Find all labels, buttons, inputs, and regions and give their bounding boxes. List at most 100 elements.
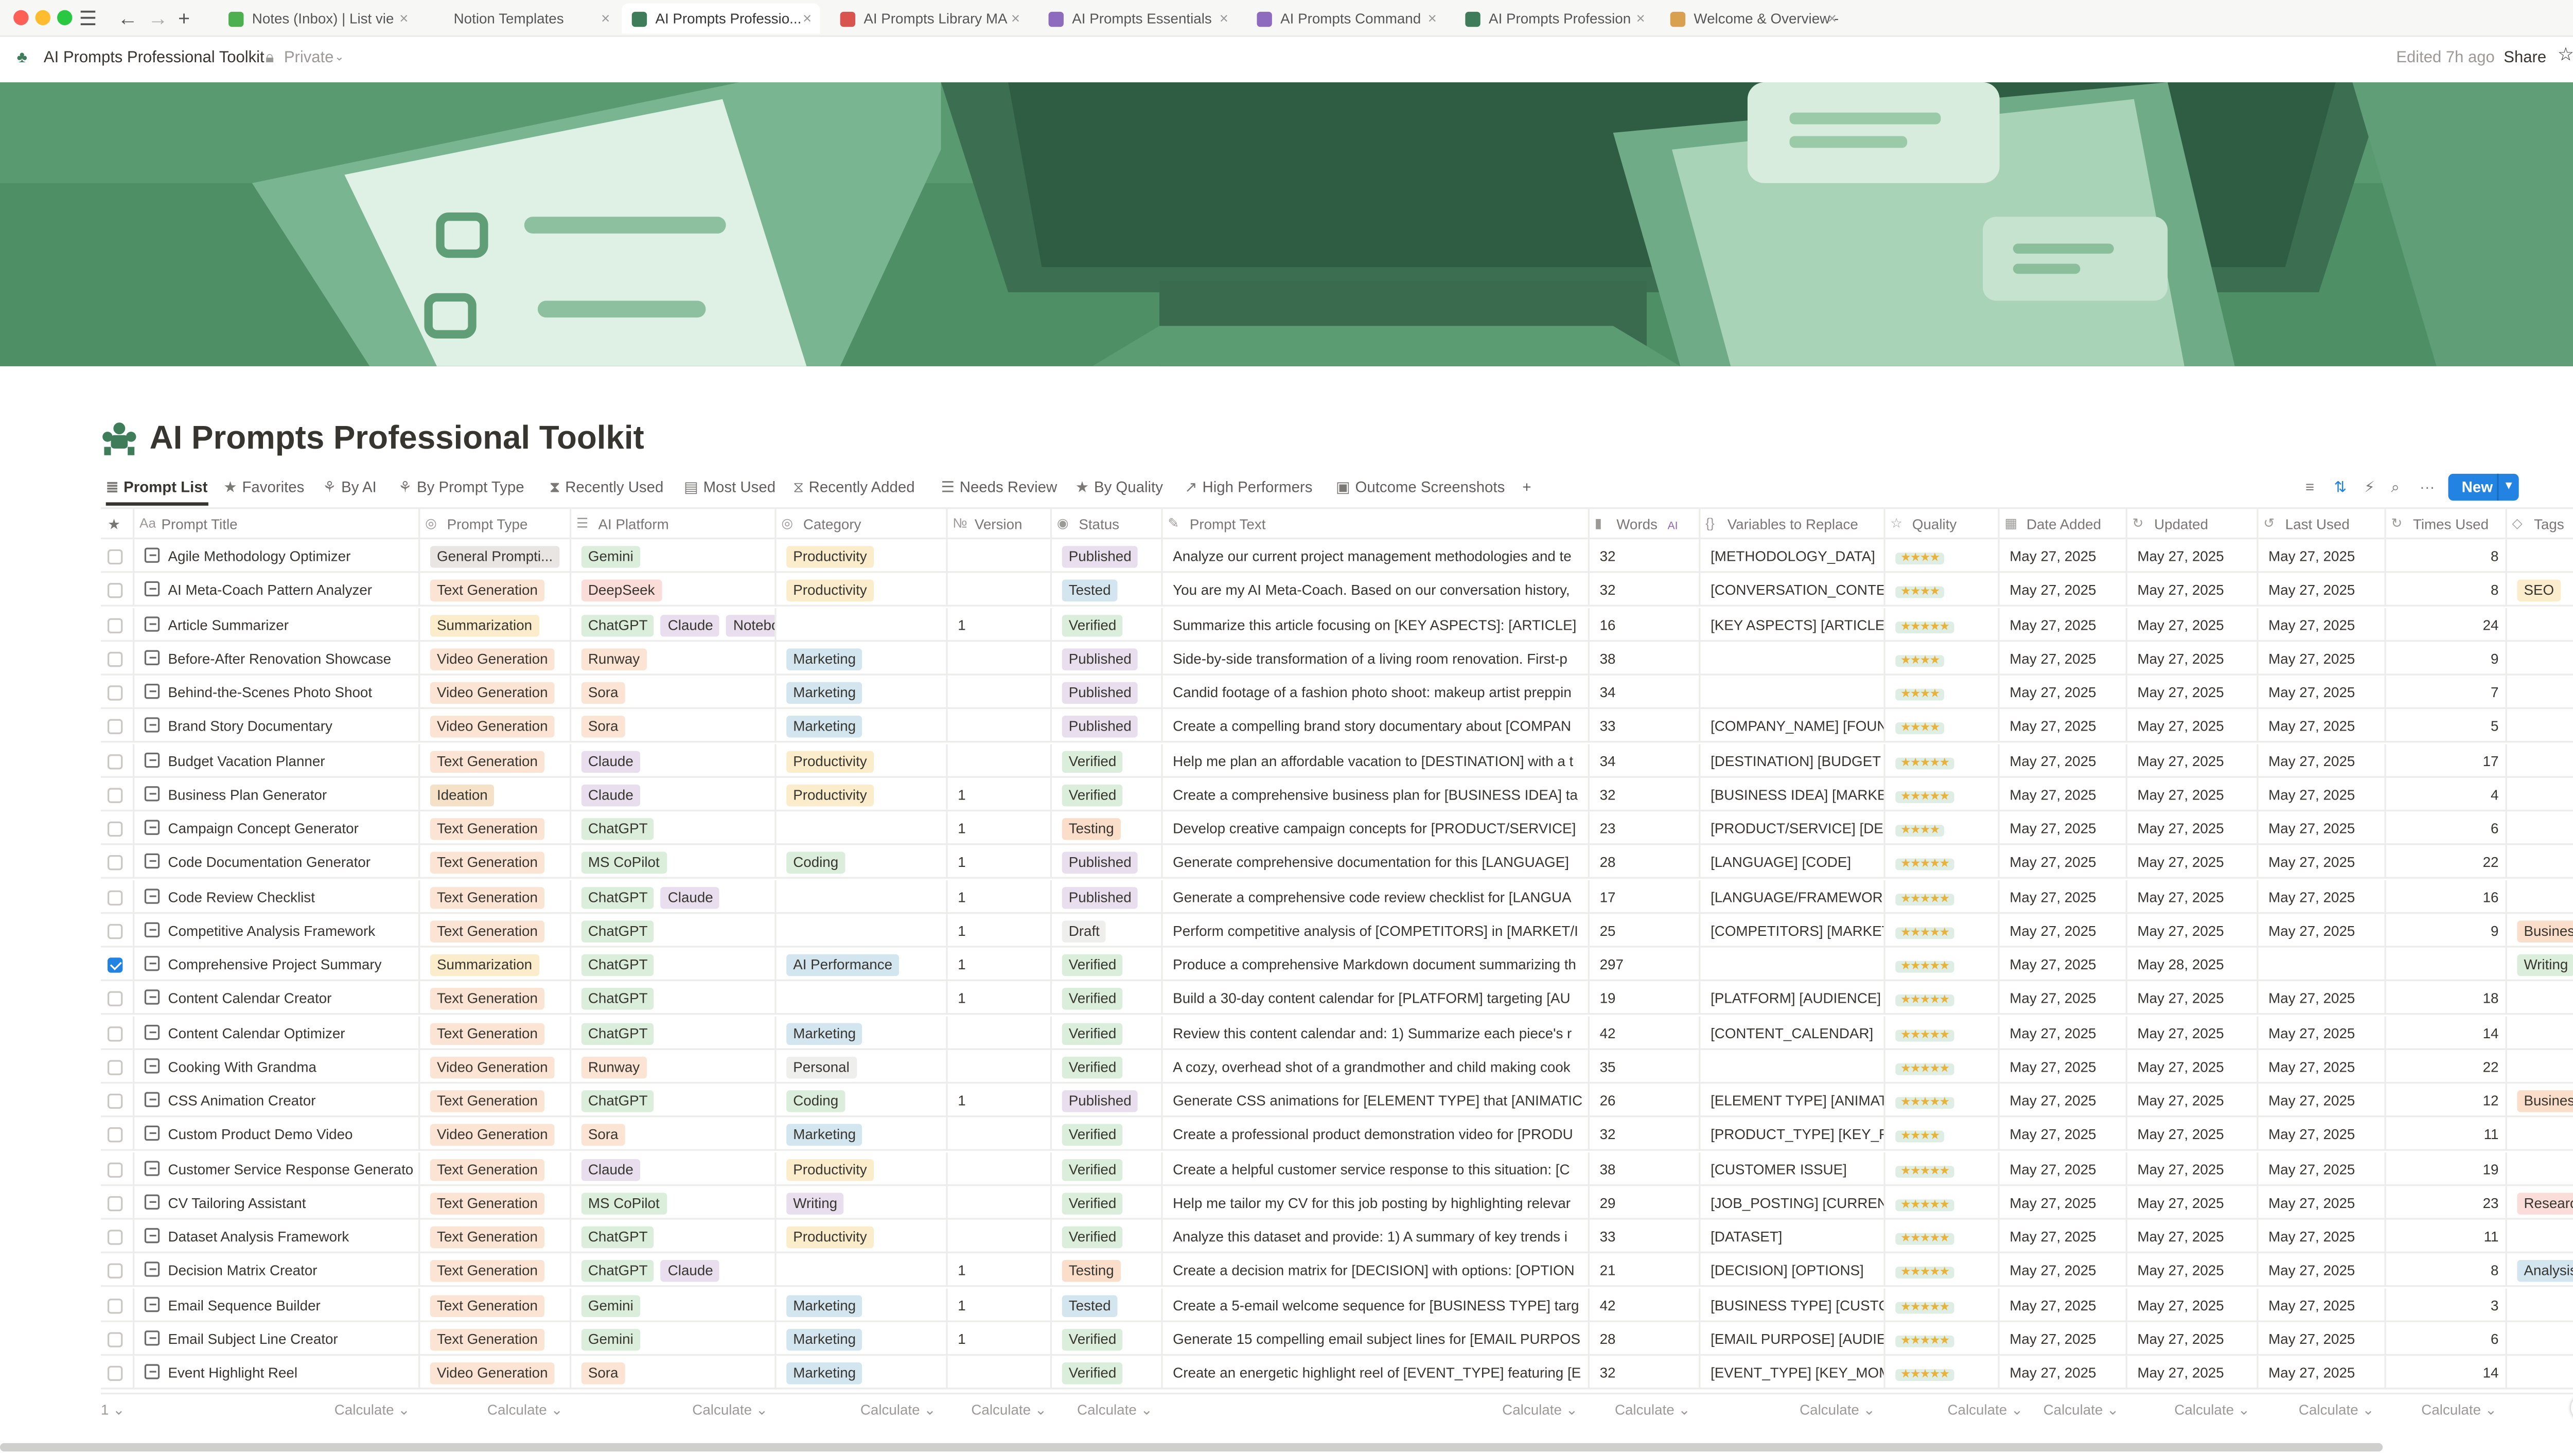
- tags-cell[interactable]: [2507, 709, 2573, 743]
- quality-cell[interactable]: ★★★★★: [1885, 879, 2000, 913]
- last-used-cell[interactable]: May 27, 2025: [2259, 1356, 2386, 1390]
- table-row[interactable]: CSS Animation Creator Text Generation Chat…: [100, 1084, 2573, 1117]
- status-cell[interactable]: Tested: [1052, 1287, 1163, 1322]
- variables-cell[interactable]: [METHODOLOGY_DATA]: [1700, 539, 1885, 573]
- words-cell[interactable]: 33: [1590, 1219, 1701, 1253]
- title-cell[interactable]: Content Calendar Creator: [134, 981, 420, 1016]
- updated-cell[interactable]: May 27, 2025: [2127, 777, 2259, 811]
- title-cell[interactable]: Event Highlight Reel: [134, 1356, 420, 1390]
- version-cell[interactable]: 1: [948, 607, 1052, 641]
- times-used-cell[interactable]: 6: [2386, 811, 2507, 845]
- title-cell[interactable]: Custom Product Demo Video: [134, 1117, 420, 1151]
- view-options-icon[interactable]: ···: [2420, 477, 2435, 497]
- words-cell[interactable]: 28: [1590, 1321, 1701, 1356]
- prompt-text-cell[interactable]: Side-by-side transformation of a living …: [1163, 641, 1590, 675]
- view-tab[interactable]: ⚘ By AI: [323, 474, 377, 506]
- updated-cell[interactable]: May 27, 2025: [2127, 675, 2259, 709]
- last-used-cell[interactable]: May 27, 2025: [2259, 1151, 2386, 1185]
- words-cell[interactable]: 35: [1590, 1049, 1701, 1084]
- row-checkbox[interactable]: [107, 1298, 123, 1313]
- column-header[interactable]: ↻ Updated: [2127, 509, 2259, 540]
- row-select-cell[interactable]: [101, 709, 135, 743]
- quality-cell[interactable]: ★★★★: [1885, 675, 2000, 709]
- prompt-text-cell[interactable]: Review this content calendar and: 1) Sum…: [1163, 1015, 1590, 1050]
- title-cell[interactable]: CV Tailoring Assistant: [134, 1185, 420, 1219]
- category-cell[interactable]: Coding: [777, 845, 948, 879]
- row-select-cell[interactable]: [101, 607, 135, 641]
- prompt-text-cell[interactable]: Perform competitive analysis of [COMPETI…: [1163, 913, 1590, 947]
- date-added-cell[interactable]: May 27, 2025: [2000, 1219, 2127, 1253]
- prompt-text-cell[interactable]: Summarize this article focusing on [KEY …: [1163, 607, 1590, 641]
- variables-cell[interactable]: [1700, 641, 1885, 675]
- column-header[interactable]: ☆ Quality: [1885, 509, 2000, 540]
- prompt-type-cell[interactable]: Text Generation: [420, 1084, 572, 1117]
- last-used-cell[interactable]: May 27, 2025: [2259, 1287, 2386, 1322]
- version-cell[interactable]: 1: [948, 947, 1052, 981]
- table-row[interactable]: Competitive Analysis Framework Text Gener…: [100, 913, 2573, 947]
- status-cell[interactable]: Verified: [1052, 947, 1163, 981]
- quality-cell[interactable]: ★★★★★: [1885, 1356, 2000, 1390]
- title-cell[interactable]: Behind-the-Scenes Photo Shoot: [134, 675, 420, 709]
- updated-cell[interactable]: May 27, 2025: [2127, 607, 2259, 641]
- words-cell[interactable]: 42: [1590, 1015, 1701, 1050]
- ai-platform-cell[interactable]: Gemini: [571, 1321, 777, 1356]
- words-cell[interactable]: 42: [1590, 1287, 1701, 1322]
- view-tab[interactable]: ★ Favorites: [223, 474, 304, 506]
- category-cell[interactable]: Personal: [777, 1049, 948, 1084]
- prompt-text-cell[interactable]: Create a comprehensive business plan for…: [1163, 777, 1590, 811]
- updated-cell[interactable]: May 27, 2025: [2127, 1321, 2259, 1356]
- updated-cell[interactable]: May 27, 2025: [2127, 573, 2259, 607]
- times-used-cell[interactable]: 9: [2386, 913, 2507, 947]
- last-used-cell[interactable]: May 27, 2025: [2259, 675, 2386, 709]
- prompt-text-cell[interactable]: Generate CSS animations for [ELEMENT TYP…: [1163, 1084, 1590, 1117]
- times-used-cell[interactable]: 7: [2386, 675, 2507, 709]
- view-tab[interactable]: ☰ Needs Review: [941, 474, 1058, 506]
- words-cell[interactable]: 32: [1590, 573, 1701, 607]
- row-select-cell[interactable]: [101, 777, 135, 811]
- view-tab[interactable]: ⚘ By Prompt Type: [398, 474, 524, 506]
- quality-cell[interactable]: ★★★★★: [1885, 777, 2000, 811]
- variables-cell[interactable]: [1700, 1049, 1885, 1084]
- prompt-text-cell[interactable]: Build a 30-day content calendar for [PLA…: [1163, 981, 1590, 1016]
- title-cell[interactable]: Budget Vacation Planner: [134, 743, 420, 777]
- row-select-cell[interactable]: [101, 743, 135, 777]
- table-row[interactable]: Email Subject Line Creator Text Generatio…: [100, 1321, 2573, 1356]
- ai-platform-cell[interactable]: Claude: [571, 1151, 777, 1185]
- row-checkbox[interactable]: [107, 1331, 123, 1347]
- category-cell[interactable]: [777, 913, 948, 947]
- quality-cell[interactable]: ★★★★★: [1885, 947, 2000, 981]
- title-cell[interactable]: AI Meta-Coach Pattern Analyzer: [134, 573, 420, 607]
- row-checkbox[interactable]: [107, 1025, 123, 1041]
- prompt-type-cell[interactable]: Text Generation: [420, 879, 572, 913]
- prompt-text-cell[interactable]: Generate a comprehensive code review che…: [1163, 879, 1590, 913]
- ai-platform-cell[interactable]: MS CoPilot: [571, 845, 777, 879]
- category-cell[interactable]: [777, 811, 948, 845]
- row-select-cell[interactable]: [101, 1356, 135, 1390]
- updated-cell[interactable]: May 27, 2025: [2127, 1253, 2259, 1288]
- browser-tab[interactable]: Welcome & Overview - ×: [1660, 4, 1845, 34]
- status-cell[interactable]: Published: [1052, 1084, 1163, 1117]
- title-cell[interactable]: Comprehensive Project Summary: [134, 947, 420, 981]
- ai-platform-cell[interactable]: ChatGPT: [571, 981, 777, 1016]
- last-used-cell[interactable]: May 27, 2025: [2259, 1049, 2386, 1084]
- ai-platform-cell[interactable]: Sora: [571, 709, 777, 743]
- prompt-type-cell[interactable]: Text Generation: [420, 573, 572, 607]
- version-cell[interactable]: [948, 573, 1052, 607]
- row-select-cell[interactable]: [101, 1015, 135, 1050]
- prompt-type-cell[interactable]: Summarization: [420, 607, 572, 641]
- title-cell[interactable]: Competitive Analysis Framework: [134, 913, 420, 947]
- status-cell[interactable]: Verified: [1052, 1185, 1163, 1219]
- table-row[interactable]: Event Highlight Reel Video Generation Sora…: [100, 1356, 2573, 1390]
- quality-cell[interactable]: ★★★★: [1885, 539, 2000, 573]
- status-cell[interactable]: Testing: [1052, 811, 1163, 845]
- table-row[interactable]: CV Tailoring Assistant Text Generation MS …: [100, 1185, 2573, 1219]
- table-row[interactable]: Article Summarizer Summarization ChatGPT Cl…: [100, 607, 2573, 641]
- date-added-cell[interactable]: May 27, 2025: [2000, 777, 2127, 811]
- row-checkbox[interactable]: [107, 991, 123, 1007]
- quality-cell[interactable]: ★★★★★: [1885, 1219, 2000, 1253]
- words-cell[interactable]: 38: [1590, 641, 1701, 675]
- prompt-text-cell[interactable]: Create a 5-email welcome sequence for [B…: [1163, 1287, 1590, 1322]
- tags-cell[interactable]: Business: [2507, 914, 2573, 947]
- category-cell[interactable]: Writing: [777, 1185, 948, 1219]
- prompt-type-cell[interactable]: Text Generation: [420, 1253, 572, 1288]
